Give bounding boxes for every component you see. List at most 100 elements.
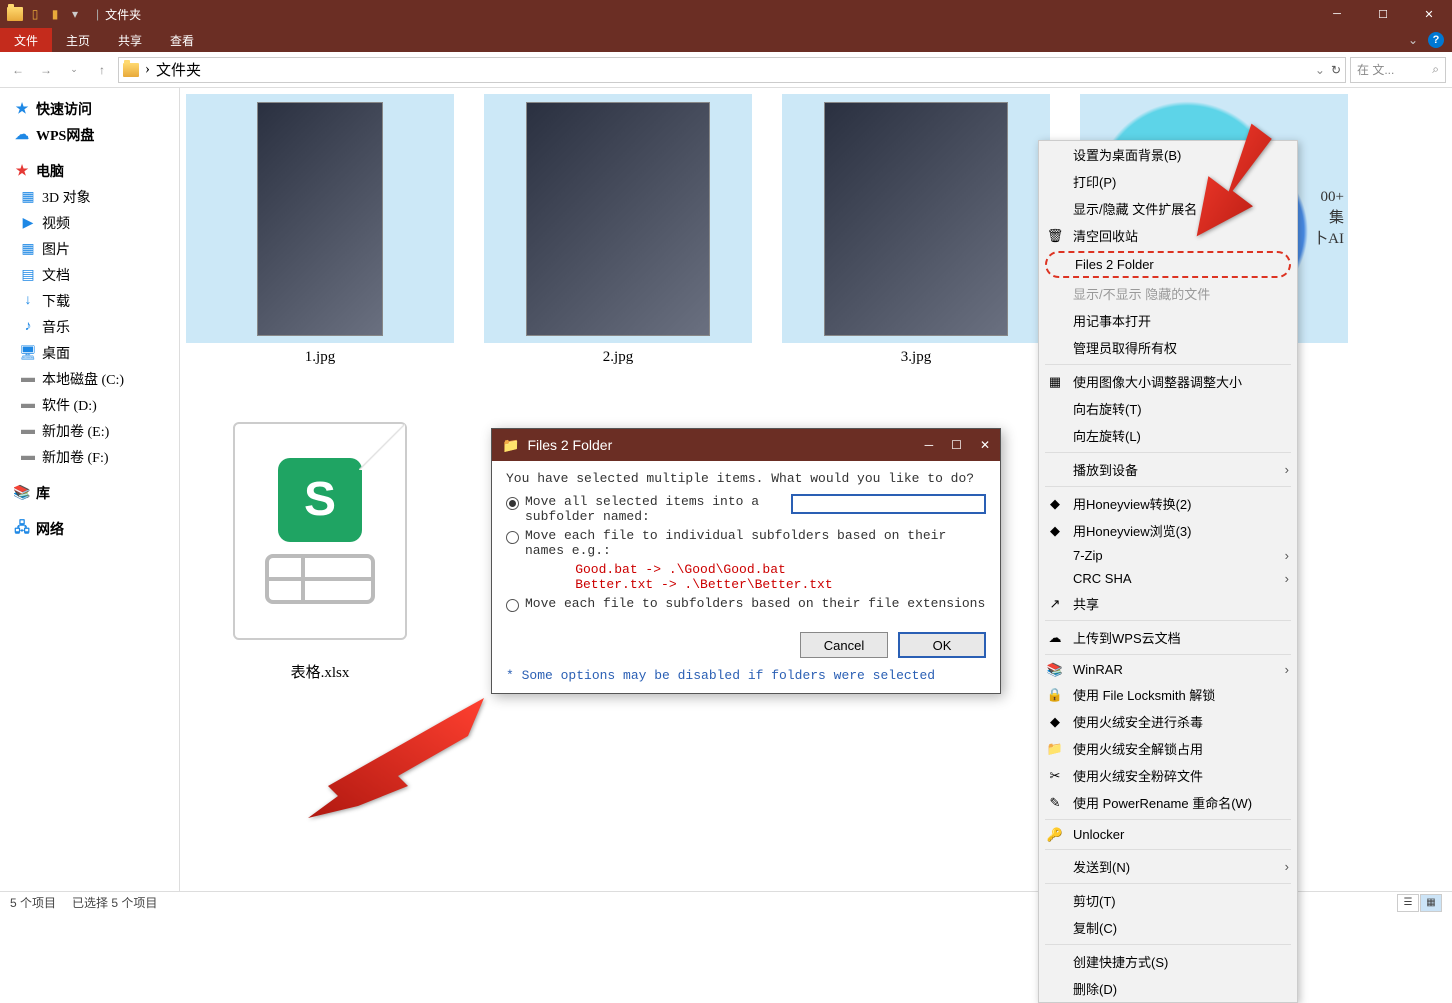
sidebar-item-4[interactable]: ▶视频: [0, 210, 179, 236]
menu-item-7[interactable]: 管理员取得所有权: [1039, 334, 1297, 361]
menu-item-label: Files 2 Folder: [1075, 257, 1154, 272]
radio-option-1[interactable]: Move all selected items into a subfolder…: [506, 494, 986, 524]
menu-item-13[interactable]: 播放到设备›: [1039, 456, 1297, 483]
address-path[interactable]: 文件夹: [156, 59, 201, 80]
sidebar-item-7[interactable]: ↓下载: [0, 288, 179, 314]
status-item-count: 5 个项目: [10, 894, 56, 911]
menu-item-30[interactable]: 🔑Unlocker: [1039, 823, 1297, 846]
forward-button[interactable]: →: [34, 58, 58, 82]
radio-3[interactable]: [506, 599, 519, 612]
ok-button[interactable]: OK: [898, 632, 986, 658]
search-box[interactable]: 在 文... ⌕: [1350, 57, 1446, 83]
dialog-titlebar[interactable]: 📁 Files 2 Folder ─ ☐ ✕: [492, 429, 1000, 461]
minimize-button[interactable]: ─: [1314, 0, 1360, 28]
subfolder-name-input[interactable]: [791, 494, 986, 514]
menu-item-16[interactable]: ◆用Honeyview浏览(3): [1039, 517, 1297, 544]
file-item[interactable]: 1.jpg: [186, 94, 454, 366]
view-switcher: ☰ ▦: [1397, 894, 1442, 912]
sidebar-item-1[interactable]: ☁WPS网盘: [0, 122, 179, 148]
menu-item-27[interactable]: ✂使用火绒安全粉碎文件: [1039, 762, 1297, 789]
sidebar-item-9[interactable]: 🖥桌面: [0, 340, 179, 366]
file-item[interactable]: 2.jpg: [484, 94, 752, 366]
window-titlebar: ▯ ▮ ▾ | 文件夹 ─ ☐ ✕: [0, 0, 1452, 28]
thumbnails-view-button[interactable]: ▦: [1420, 894, 1442, 912]
sidebar-label: 新加卷 (F:): [42, 447, 109, 467]
close-button[interactable]: ✕: [1406, 0, 1452, 28]
menu-item-28[interactable]: ✎使用 PowerRename 重命名(W): [1039, 789, 1297, 816]
sidebar-item-6[interactable]: ▤文档: [0, 262, 179, 288]
sidebar-item-8[interactable]: ♪音乐: [0, 314, 179, 340]
tab-share[interactable]: 共享: [104, 28, 156, 52]
sidebar-item-15[interactable]: 🖧网络: [0, 516, 179, 542]
sidebar-item-0[interactable]: ★快速访问: [0, 96, 179, 122]
menu-item-18[interactable]: CRC SHA›: [1039, 567, 1297, 590]
menu-item-5[interactable]: 显示/不显示 隐藏的文件: [1039, 280, 1297, 307]
menu-item-17[interactable]: 7-Zip›: [1039, 544, 1297, 567]
sidebar-item-12[interactable]: ▬新加卷 (E:): [0, 418, 179, 444]
qat-icon-1[interactable]: ▯: [26, 5, 44, 23]
address-bar[interactable]: › 文件夹 ⌄ ↻: [118, 57, 1346, 83]
radio-1[interactable]: [506, 497, 519, 510]
dialog-maximize-button[interactable]: ☐: [951, 438, 962, 452]
image-thumbnail: [782, 94, 1050, 343]
menu-item-25[interactable]: ◆使用火绒安全进行杀毒: [1039, 708, 1297, 735]
cancel-button[interactable]: Cancel: [800, 632, 888, 658]
sidebar-item-11[interactable]: ▬软件 (D:): [0, 392, 179, 418]
sidebar-label: 3D 对象: [42, 187, 91, 207]
menu-item-32[interactable]: 发送到(N)›: [1039, 853, 1297, 880]
dialog-icon: 📁: [502, 437, 519, 454]
sidebar-item-13[interactable]: ▬新加卷 (F:): [0, 444, 179, 470]
sidebar-item-10[interactable]: ▬本地磁盘 (C:): [0, 366, 179, 392]
details-view-button[interactable]: ☰: [1397, 894, 1419, 912]
menu-item-23[interactable]: 📚WinRAR›: [1039, 658, 1297, 681]
menu-item-38[interactable]: 删除(D): [1039, 975, 1297, 1002]
recent-dropdown[interactable]: ⌄: [62, 58, 86, 82]
sidebar-item-2[interactable]: ★电脑: [0, 158, 179, 184]
qat-icon-2[interactable]: ▮: [46, 5, 64, 23]
tab-home[interactable]: 主页: [52, 28, 104, 52]
sidebar-label: 电脑: [36, 161, 64, 181]
menu-item-19[interactable]: ↗共享: [1039, 590, 1297, 617]
menu-item-37[interactable]: 创建快捷方式(S): [1039, 948, 1297, 975]
file-item[interactable]: S表格.xlsx: [186, 406, 454, 682]
address-dropdown-icon[interactable]: ⌄: [1315, 63, 1325, 77]
back-button[interactable]: ←: [6, 58, 30, 82]
menu-item-34[interactable]: 剪切(T): [1039, 887, 1297, 914]
menu-item-35[interactable]: 复制(C): [1039, 914, 1297, 941]
dialog-minimize-button[interactable]: ─: [925, 438, 934, 452]
ribbon-collapse-icon[interactable]: ⌄: [1408, 33, 1418, 47]
menu-item-10[interactable]: 向右旋转(T): [1039, 395, 1297, 422]
sidebar-icon: 🖧: [14, 521, 30, 537]
sidebar-item-3[interactable]: ▦3D 对象: [0, 184, 179, 210]
radio-option-2[interactable]: Move each file to individual subfolders …: [506, 528, 986, 558]
refresh-icon[interactable]: ↻: [1331, 63, 1341, 77]
menu-item-4[interactable]: Files 2 Folder: [1045, 251, 1291, 278]
menu-item-11[interactable]: 向左旋转(L): [1039, 422, 1297, 449]
menu-item-21[interactable]: ☁上传到WPS云文档: [1039, 624, 1297, 651]
menu-item-icon: 📚: [1047, 662, 1063, 678]
menu-item-label: 用Honeyview浏览(3): [1073, 521, 1191, 540]
menu-item-6[interactable]: 用记事本打开: [1039, 307, 1297, 334]
menu-item-icon: ▦: [1047, 374, 1063, 390]
radio-2[interactable]: [506, 531, 519, 544]
menu-item-9[interactable]: ▦使用图像大小调整器调整大小: [1039, 368, 1297, 395]
radio-option-3[interactable]: Move each file to subfolders based on th…: [506, 596, 986, 612]
sidebar-label: 图片: [42, 239, 70, 259]
tab-file[interactable]: 文件: [0, 28, 52, 52]
menu-item-15[interactable]: ◆用Honeyview转换(2): [1039, 490, 1297, 517]
menu-separator: [1045, 819, 1291, 820]
menu-separator: [1045, 452, 1291, 453]
menu-item-24[interactable]: 🔒使用 File Locksmith 解锁: [1039, 681, 1297, 708]
window-controls: ─ ☐ ✕: [1314, 0, 1452, 28]
help-icon[interactable]: ?: [1428, 32, 1444, 48]
sidebar-item-14[interactable]: 📚库: [0, 480, 179, 506]
file-item[interactable]: 3.jpg: [782, 94, 1050, 366]
sidebar-item-5[interactable]: ▦图片: [0, 236, 179, 262]
maximize-button[interactable]: ☐: [1360, 0, 1406, 28]
dialog-close-button[interactable]: ✕: [980, 438, 990, 452]
qat-dropdown-icon[interactable]: ▾: [66, 5, 84, 23]
menu-item-26[interactable]: 📁使用火绒安全解锁占用: [1039, 735, 1297, 762]
dialog-title: Files 2 Folder: [527, 437, 612, 453]
up-button[interactable]: ↑: [90, 58, 114, 82]
tab-view[interactable]: 查看: [156, 28, 208, 52]
